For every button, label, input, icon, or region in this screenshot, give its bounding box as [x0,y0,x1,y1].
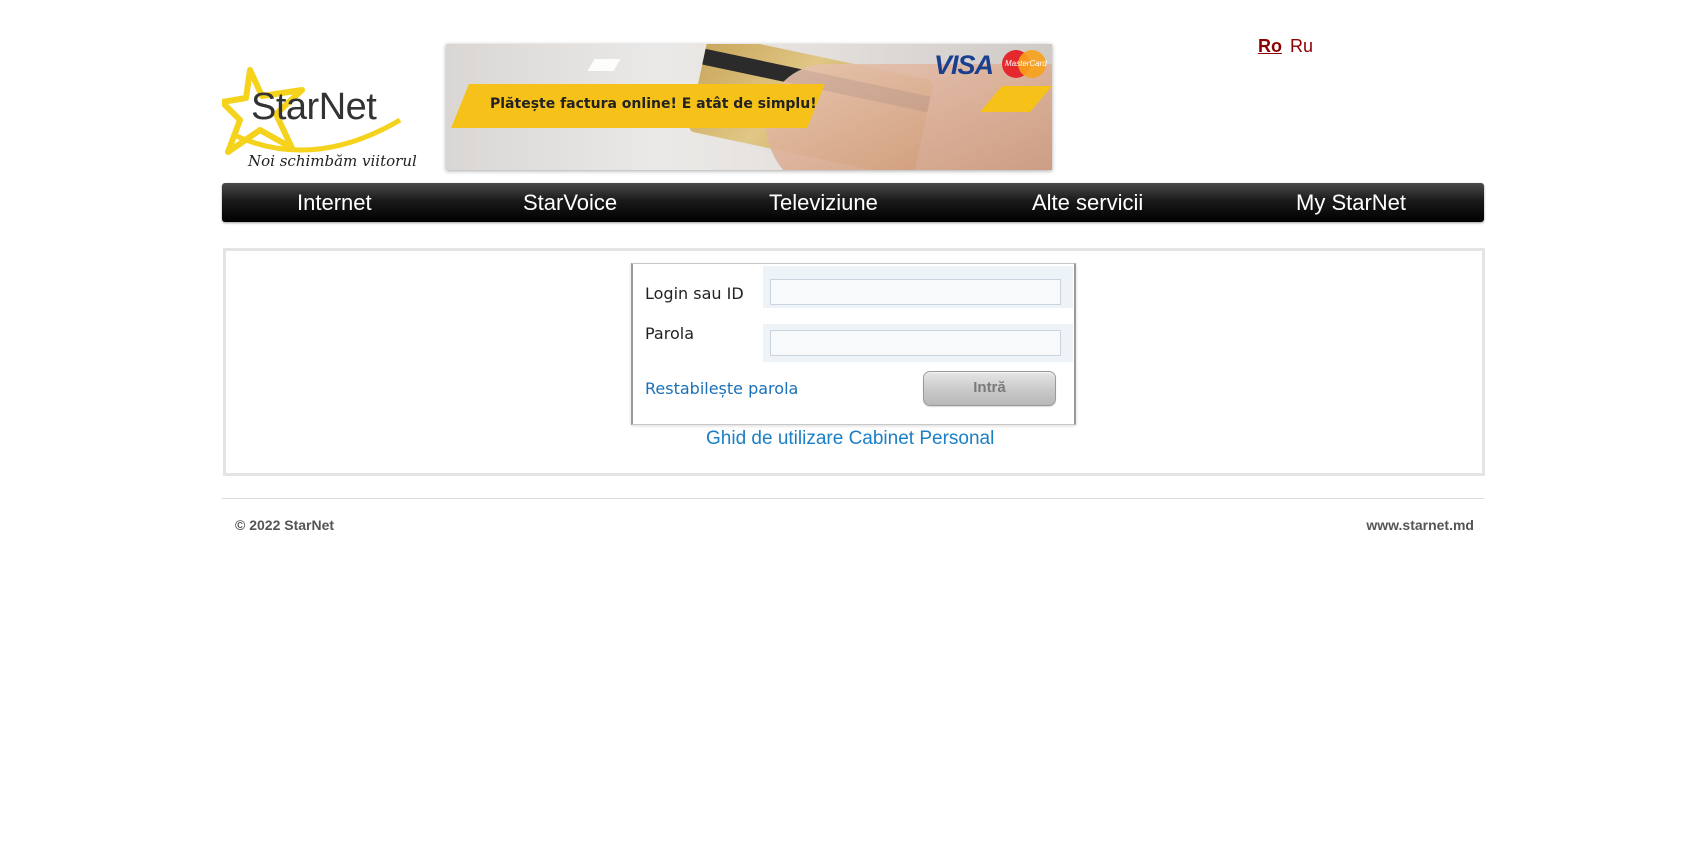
footer-divider [222,498,1484,499]
nav-item-alte-servicii[interactable]: Alte servicii [1032,190,1143,216]
login-input[interactable] [770,279,1061,305]
login-form: Login sau ID Parola Restabilește parola … [631,263,1076,425]
restore-password-link[interactable]: Restabilește parola [645,379,798,398]
banner-text: Plătește factura online! E atât de simpl… [490,96,817,112]
logo-wordmark: StarNet [251,86,377,128]
mastercard-label: MasterCard [1005,59,1047,68]
page: StarNet Noi schimbăm viitorul Plătește f… [0,0,1690,853]
payment-banner[interactable]: Plătește factura online! E atât de simpl… [446,44,1052,170]
nav-item-televiziune[interactable]: Televiziune [769,190,878,216]
user-guide-link[interactable]: Ghid de utilizare Cabinet Personal [706,428,994,450]
main-nav: Internet StarVoice Televiziune Alte serv… [222,183,1484,222]
language-ru-link[interactable]: Ru [1290,36,1313,56]
password-input[interactable] [770,330,1061,356]
nav-item-my-starnet[interactable]: My StarNet [1296,190,1406,216]
visa-logo: VISA [934,50,994,80]
mastercard-logo: MasterCard [1002,50,1047,78]
nav-item-internet[interactable]: Internet [297,190,372,216]
footer-website-link[interactable]: www.starnet.md [1366,517,1474,533]
logo-tagline: Noi schimbăm viitorul [248,152,417,170]
nav-item-starvoice[interactable]: StarVoice [523,190,617,216]
banner-decoration [587,59,621,71]
footer-copyright: © 2022 StarNet [235,517,335,533]
login-button[interactable]: Intră [923,371,1056,406]
login-label: Login sau ID [645,284,744,303]
language-ro-link[interactable]: Ro [1258,36,1282,56]
password-label: Parola [645,324,694,343]
language-switch: Ro Ru [1258,36,1313,57]
